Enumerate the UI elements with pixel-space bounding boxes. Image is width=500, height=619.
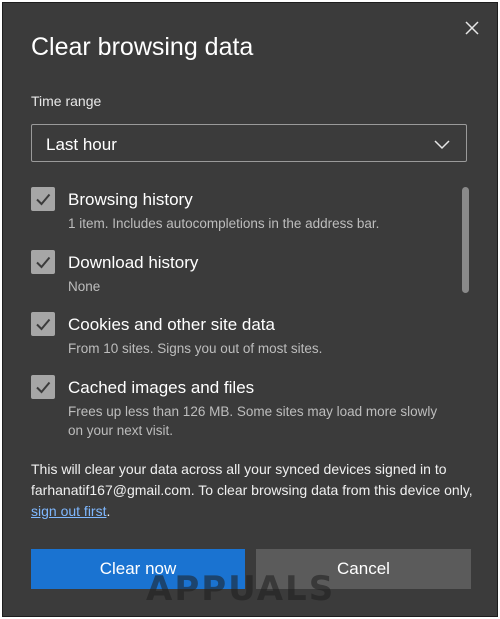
time-range-dropdown[interactable]: Last hour — [31, 124, 467, 162]
time-range-label: Time range — [31, 93, 102, 109]
item-label: Cached images and files — [68, 378, 255, 397]
item-description: None — [68, 279, 101, 294]
item-label: Download history — [68, 253, 199, 272]
clear-browsing-data-dialog: Clear browsing data Time range Last hour… — [2, 2, 498, 617]
checkmark-icon — [36, 381, 51, 394]
sign-out-link[interactable]: sign out first — [31, 503, 106, 519]
item-label: Browsing history — [68, 190, 193, 209]
chevron-down-icon — [434, 137, 450, 150]
checkmark-icon — [36, 256, 51, 269]
checkmark-icon — [36, 318, 51, 331]
data-type-list: Browsing history 1 item. Includes autoco… — [31, 181, 471, 439]
browsing-history-checkbox[interactable] — [31, 187, 55, 211]
sync-note-end: . — [106, 503, 111, 519]
clear-now-button[interactable]: Clear now — [31, 549, 245, 589]
sync-note: This will clear your data across all you… — [31, 459, 481, 522]
item-description: 1 item. Includes autocompletions in the … — [68, 216, 380, 231]
checkmark-icon — [36, 193, 51, 206]
cancel-button[interactable]: Cancel — [256, 549, 471, 589]
item-label: Cookies and other site data — [68, 315, 275, 334]
download-history-checkbox[interactable] — [31, 250, 55, 274]
cookies-checkbox[interactable] — [31, 312, 55, 336]
item-description: From 10 sites. Signs you out of most sit… — [68, 341, 323, 356]
time-range-value: Last hour — [46, 135, 117, 154]
item-description: Frees up less than 126 MB. Some sites ma… — [68, 404, 438, 438]
close-icon[interactable] — [461, 17, 483, 39]
cached-images-checkbox[interactable] — [31, 375, 55, 399]
sync-note-text: This will clear your data across all you… — [31, 461, 473, 498]
dialog-title: Clear browsing data — [31, 33, 254, 61]
scrollbar-thumb[interactable] — [462, 187, 469, 293]
